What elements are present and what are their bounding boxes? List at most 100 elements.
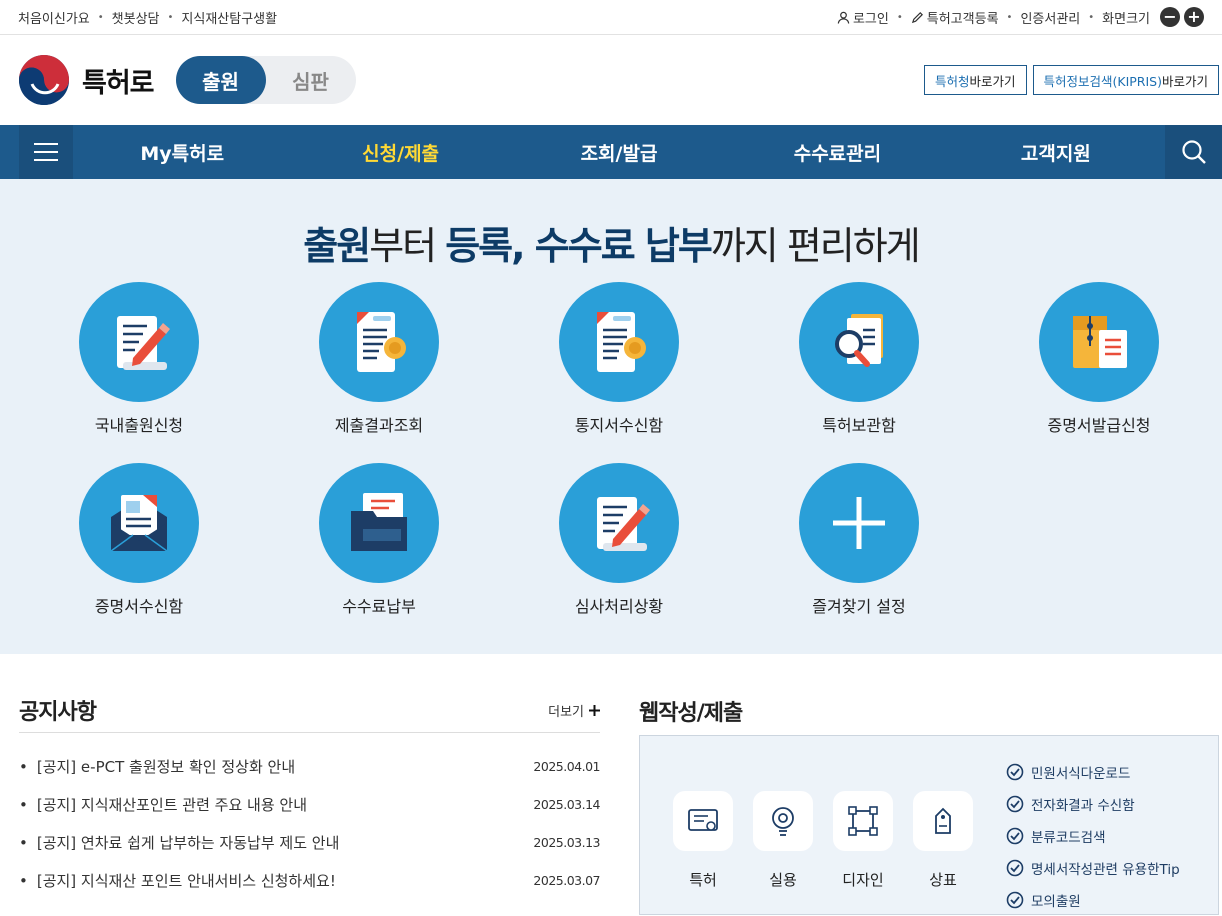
hamburger-menu-button[interactable] bbox=[19, 125, 73, 179]
service-certificate-inbox[interactable]: 증명서수신함 bbox=[39, 463, 239, 617]
site-logo-text[interactable]: 특허로 bbox=[82, 61, 155, 100]
service-circle bbox=[799, 463, 919, 583]
service-examination-status[interactable]: 심사처리상황 bbox=[519, 463, 719, 617]
shortcut-label: 바로가기 bbox=[1161, 73, 1208, 89]
kipo-shortcut-button[interactable]: 특허청 바로가기 bbox=[923, 65, 1027, 95]
service-certificate-request[interactable]: 증명서발급신청 bbox=[999, 282, 1199, 436]
separator: • bbox=[97, 11, 104, 23]
separator: • bbox=[896, 11, 903, 23]
nav-fee-management[interactable]: 수수료관리 bbox=[728, 139, 946, 166]
nav-items: My특허로 신청/제출 조회/발급 수수료관리 고객지원 bbox=[73, 139, 1165, 166]
web-type-label: 특허 bbox=[689, 871, 717, 889]
mode-toggle: 출원 심판 bbox=[175, 56, 356, 104]
brand: 특허로 출원 심판 bbox=[18, 54, 356, 106]
nav-inquiry-issue[interactable]: 조회/발급 bbox=[510, 139, 728, 166]
check-circle-icon bbox=[1006, 891, 1024, 909]
web-type-patent[interactable]: 특허 bbox=[673, 791, 733, 890]
notice-item-date: 2025.04.01 bbox=[533, 758, 600, 774]
web-submission-box: 특허 실용 디자인 상표 민원서식다운로드 전자화결과 수신함 분류코드검색 명… bbox=[639, 735, 1219, 915]
web-type-trademark[interactable]: 상표 bbox=[913, 791, 973, 890]
service-label: 즐겨찾기 설정 bbox=[812, 597, 906, 616]
icon-tile bbox=[833, 791, 893, 851]
more-label: 더보기 bbox=[548, 704, 584, 720]
notice-item[interactable]: [공지] 지식재산 포인트 안내서비스 신청하세요! 2025.03.07 bbox=[19, 861, 601, 899]
quick-link-label: 민원서식다운로드 bbox=[1031, 766, 1131, 782]
service-circle bbox=[319, 282, 439, 402]
certificate-document-icon bbox=[357, 312, 406, 372]
pencil-icon bbox=[911, 11, 923, 23]
web-type-label: 디자인 bbox=[842, 871, 884, 889]
toggle-application[interactable]: 출원 bbox=[175, 56, 266, 104]
web-type-utility[interactable]: 실용 bbox=[753, 791, 813, 890]
register-label: 특허고객등록 bbox=[926, 11, 999, 27]
service-submission-result[interactable]: 제출결과조회 bbox=[279, 282, 479, 436]
login-label: 로그인 bbox=[852, 11, 889, 27]
quick-link-spec-tips[interactable]: 명세서작성관련 유용한Tip bbox=[1006, 852, 1180, 884]
service-patent-storage[interactable]: 특허보관함 bbox=[759, 282, 959, 436]
document-pencil-icon bbox=[597, 497, 650, 551]
separator: • bbox=[167, 11, 174, 23]
more-link[interactable]: 더보기 bbox=[548, 701, 600, 720]
web-title: 웹작성/제출 bbox=[639, 700, 743, 726]
notice-item-date: 2025.03.07 bbox=[533, 872, 600, 888]
register-link[interactable]: 특허고객등록 bbox=[911, 8, 999, 27]
hero-title-part: 출원 bbox=[303, 224, 371, 268]
nav-my-patent[interactable]: My특허로 bbox=[73, 139, 291, 166]
toggle-trial[interactable]: 심판 bbox=[266, 56, 356, 104]
service-domestic-application[interactable]: 국내출원신청 bbox=[39, 282, 239, 436]
quick-link-forms[interactable]: 민원서식다운로드 bbox=[1006, 756, 1180, 788]
tag-icon bbox=[935, 807, 951, 834]
check-circle-icon bbox=[1006, 763, 1024, 781]
separator: • bbox=[1088, 11, 1095, 23]
quick-link-digitization[interactable]: 전자화결과 수신함 bbox=[1006, 788, 1180, 820]
service-circle bbox=[1039, 282, 1159, 402]
service-circle bbox=[79, 282, 199, 402]
web-type-design[interactable]: 디자인 bbox=[833, 791, 893, 890]
design-frame-icon bbox=[848, 806, 878, 836]
notice-item-title: [공지] 지식재산포인트 관련 주요 내용 안내 bbox=[19, 794, 307, 815]
notice-item-title: [공지] 지식재산 포인트 안내서비스 신청하세요! bbox=[19, 870, 336, 891]
utility-right: 로그인 • 특허고객등록 • 인증서관리 • 화면크기 − + bbox=[837, 7, 1204, 27]
quick-link-classification[interactable]: 분류코드검색 bbox=[1006, 820, 1180, 852]
hero-title-part: 부터 bbox=[369, 224, 446, 268]
quick-link-label: 모의출원 bbox=[1031, 894, 1081, 910]
web-type-label: 상표 bbox=[929, 871, 957, 889]
notice-list: [공지] e-PCT 출원정보 확인 정상화 안내 2025.04.01 [공지]… bbox=[19, 747, 601, 899]
service-circle bbox=[559, 463, 679, 583]
zoom-in-button[interactable]: + bbox=[1184, 7, 1204, 27]
utility-bar: 처음이신가요 • 챗봇상담 • 지식재산탐구생활 로그인 • 특허고객등록 • … bbox=[0, 0, 1222, 35]
nav-apply-submit[interactable]: 신청/제출 bbox=[291, 139, 509, 166]
check-circle-icon bbox=[1006, 795, 1024, 813]
zoom-out-button[interactable]: − bbox=[1160, 7, 1180, 27]
service-label: 통지서수신함 bbox=[574, 416, 664, 435]
zoom-label: 화면크기 bbox=[1102, 11, 1150, 27]
notice-header: 공지사항 더보기 bbox=[19, 688, 600, 733]
login-link[interactable]: 로그인 bbox=[837, 8, 889, 27]
service-notice-inbox[interactable]: 통지서수신함 bbox=[519, 282, 719, 436]
search-icon bbox=[1181, 140, 1206, 164]
cert-link[interactable]: 인증서관리 bbox=[1020, 8, 1080, 27]
service-favorites-setting[interactable]: 즐겨찾기 설정 bbox=[759, 463, 959, 617]
kipo-label: 특허청 bbox=[934, 73, 970, 89]
service-fee-payment[interactable]: 수수료납부 bbox=[279, 463, 479, 617]
link-ip-explore[interactable]: 지식재산탐구생활 bbox=[181, 8, 277, 27]
kipris-shortcut-button[interactable]: 특허정보검색(KIPRIS) 바로가기 bbox=[1032, 65, 1219, 95]
check-circle-icon bbox=[1006, 827, 1024, 845]
service-label: 특허보관함 bbox=[822, 416, 896, 435]
hero-title-part: 등록, 수수료 납부 bbox=[445, 224, 713, 268]
notice-item-date: 2025.03.13 bbox=[533, 834, 600, 850]
notice-item[interactable]: [공지] 연차료 쉽게 납부하는 자동납부 제도 안내 2025.03.13 bbox=[19, 823, 601, 861]
search-button[interactable] bbox=[1165, 125, 1222, 179]
taegeuk-logo-icon[interactable] bbox=[18, 54, 70, 106]
link-first-visit[interactable]: 처음이신가요 bbox=[18, 8, 90, 27]
notice-item[interactable]: [공지] 지식재산포인트 관련 주요 내용 안내 2025.03.14 bbox=[19, 785, 601, 823]
separator: • bbox=[1006, 11, 1013, 23]
link-chatbot[interactable]: 챗봇상담 bbox=[112, 8, 160, 27]
certificate-icon bbox=[688, 809, 718, 831]
notice-item[interactable]: [공지] e-PCT 출원정보 확인 정상화 안내 2025.04.01 bbox=[19, 747, 601, 785]
service-circle bbox=[319, 463, 439, 583]
quick-link-mock-application[interactable]: 모의출원 bbox=[1006, 884, 1180, 916]
service-circle bbox=[799, 282, 919, 402]
nav-customer-support[interactable]: 고객지원 bbox=[947, 139, 1165, 166]
plus-icon bbox=[833, 497, 885, 549]
